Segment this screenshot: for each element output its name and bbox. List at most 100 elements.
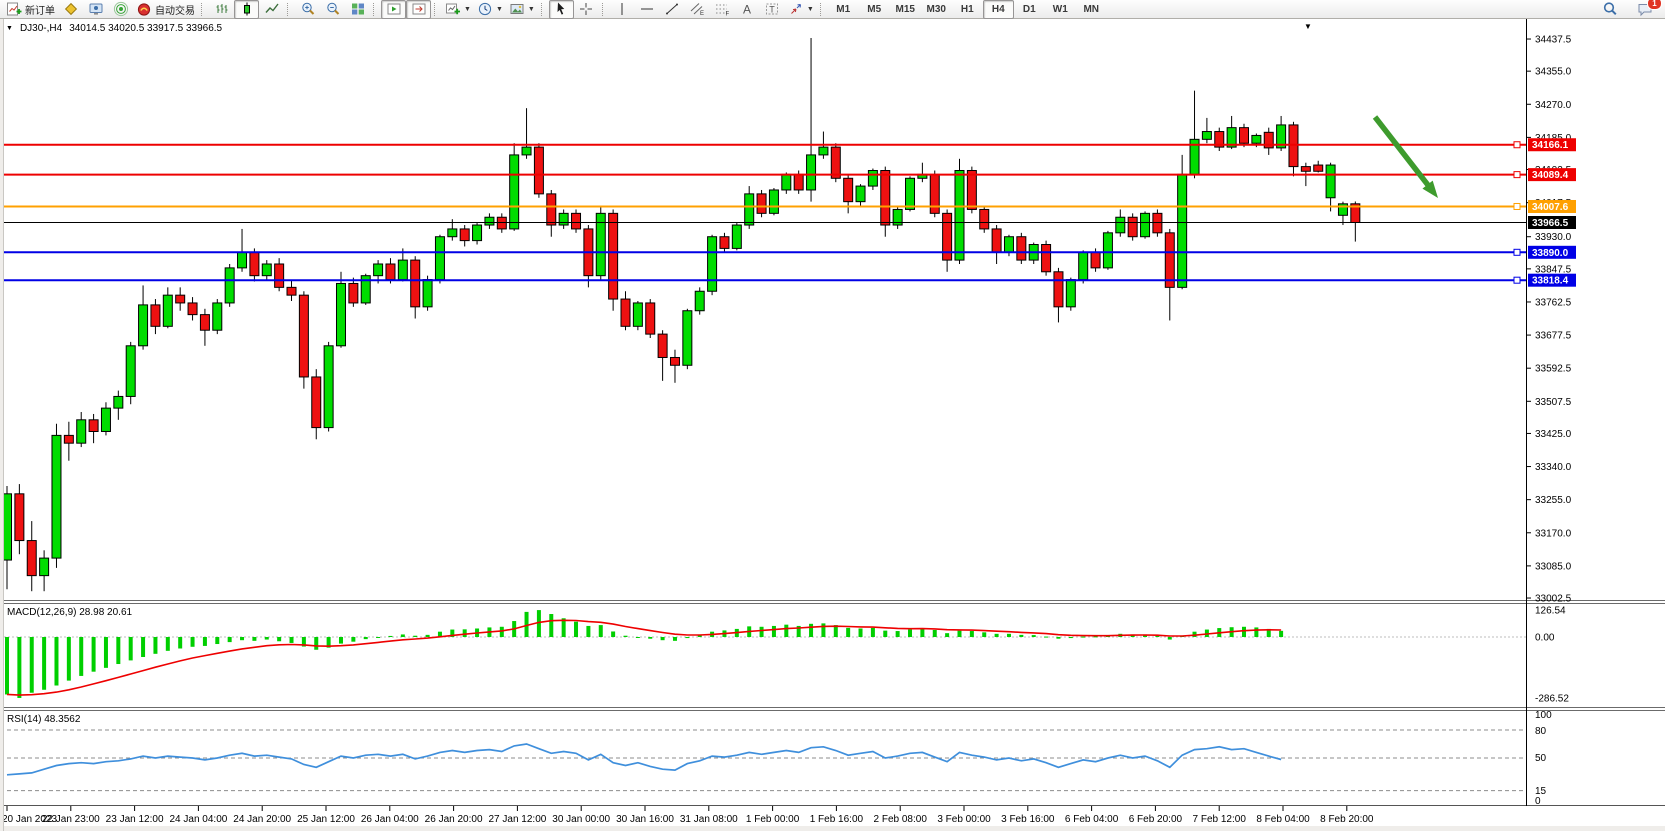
signals-button[interactable] [108, 0, 133, 19]
trend-arrow-shaft[interactable] [1375, 117, 1430, 188]
timeframe-m30[interactable]: M30 [921, 0, 952, 19]
candle-bear [188, 303, 197, 315]
chart-shift-marker-icon[interactable]: ▼ [1304, 21, 1312, 32]
line-handle[interactable] [1514, 277, 1520, 283]
candle-bear [1128, 217, 1137, 236]
candle-bull [683, 311, 692, 366]
line-chart-button[interactable] [259, 0, 284, 19]
price-tag-label: 34166.1 [1532, 140, 1569, 151]
time-axis-label: 22 Jan 23:00 [42, 814, 100, 825]
timeframe-h1[interactable]: H1 [952, 0, 983, 19]
auto-scroll-button[interactable] [381, 0, 406, 19]
time-axis-label: 31 Jan 08:00 [680, 814, 738, 825]
candle-bull [1178, 174, 1187, 287]
timeframe-label: M5 [867, 4, 881, 15]
chart-shift-button[interactable] [406, 0, 431, 19]
time-axis-label: 24 Jan 04:00 [169, 814, 227, 825]
rsi-axis-label: 80 [1535, 726, 1547, 737]
candle-bull [262, 264, 271, 276]
zoom-out-button[interactable] [320, 0, 345, 19]
arrows-button[interactable]: ▼ [785, 0, 817, 19]
candle-bear [757, 194, 766, 213]
new-chart-button[interactable]: ▼ [442, 0, 474, 19]
rsi-axis-label: 100 [1535, 710, 1552, 721]
macd-histogram-bar [104, 637, 108, 668]
toolbar-right-tools: 1 [1597, 0, 1657, 19]
crosshair-button[interactable] [574, 0, 599, 19]
toolbar-separator [373, 3, 377, 16]
zoom-in-button[interactable] [295, 0, 320, 19]
tile-windows-icon [350, 1, 366, 17]
fibonacci-button[interactable]: F [710, 0, 735, 19]
time-axis-label: 1 Feb 16:00 [810, 814, 864, 825]
candle-bear [27, 541, 36, 576]
fibonacci-icon: F [714, 1, 730, 17]
candle-bear [1153, 213, 1162, 232]
candle-bull [374, 264, 383, 276]
price-tag-label: 33966.5 [1532, 218, 1569, 229]
macd-histogram-bar [1081, 637, 1085, 638]
text-button[interactable]: A [735, 0, 760, 19]
macd-histogram-bar [500, 627, 504, 637]
horizontal-line-button[interactable] [635, 0, 660, 19]
auto-trading-button[interactable]: 自动交易 [133, 0, 198, 19]
template-button[interactable]: ▼ [506, 0, 538, 19]
line-handle[interactable] [1514, 142, 1520, 148]
time-axis-label: 2 Feb 08:00 [874, 814, 928, 825]
notification-badge: 1 [1647, 0, 1662, 10]
candle-bear [200, 315, 209, 331]
rsi-line [7, 744, 1281, 775]
svg-text:A: A [743, 3, 751, 17]
candle-bear [64, 435, 73, 443]
timeframe-mn[interactable]: MN [1076, 0, 1107, 19]
bar-chart-button[interactable] [209, 0, 234, 19]
text-label-button[interactable]: T [760, 0, 785, 19]
timeframe-w1[interactable]: W1 [1045, 0, 1076, 19]
terminal-button[interactable] [83, 0, 108, 19]
line-handle[interactable] [1514, 203, 1520, 209]
time-axis-label: 30 Jan 00:00 [552, 814, 610, 825]
line-handle[interactable] [1514, 249, 1520, 255]
cursor-button[interactable] [549, 0, 574, 19]
price-tick-label: 33170.0 [1535, 528, 1572, 539]
candlestick-button[interactable] [234, 0, 259, 19]
chart-canvas[interactable]: 34437.534355.034270.034185.034102.534017… [0, 0, 1665, 831]
macd-histogram-bar [191, 637, 195, 647]
candle-bear [720, 237, 729, 249]
timeframe-label: H1 [961, 4, 974, 15]
chart-collapse-icon[interactable]: ▼ [6, 23, 13, 34]
candle-bear [15, 494, 24, 541]
trendline-button[interactable] [660, 0, 685, 19]
time-axis-label: 25 Jan 12:00 [297, 814, 355, 825]
candle-bear [534, 147, 543, 194]
candle-bear [250, 252, 259, 275]
timeframe-h4[interactable]: H4 [983, 0, 1014, 19]
macd-histogram-bar [30, 637, 34, 693]
toolbar-separator [434, 3, 438, 16]
search-button[interactable] [1597, 0, 1622, 19]
time-axis-label: 7 Feb 12:00 [1193, 814, 1247, 825]
line-handle[interactable] [1514, 172, 1520, 178]
timeframe-m1[interactable]: M1 [828, 0, 859, 19]
new-order-button[interactable]: 新订单 [3, 0, 58, 19]
macd-axis-label: 0.00 [1535, 633, 1555, 644]
candle-bull [1252, 135, 1261, 143]
timeframe-m5[interactable]: M5 [859, 0, 890, 19]
rsi-indicator-label: RSI(14) 48.3562 [7, 714, 80, 725]
candle-bear [349, 283, 358, 302]
macd-histogram-bar [673, 637, 677, 641]
macd-histogram-bar [549, 614, 553, 637]
price-tick-label: 33002.5 [1535, 594, 1572, 605]
candle-bull [213, 303, 222, 330]
macd-histogram-bar [413, 636, 417, 637]
equidistant-channel-button[interactable]: E [685, 0, 710, 19]
notifications-button[interactable]: 1 [1632, 0, 1657, 19]
period-button[interactable]: ▼ [474, 0, 506, 19]
window-bottom-edge [0, 826, 1665, 831]
tile-windows-button[interactable] [345, 0, 370, 19]
timeframe-m15[interactable]: M15 [890, 0, 921, 19]
profiles-button[interactable] [58, 0, 83, 19]
candle-bull [819, 147, 828, 155]
timeframe-d1[interactable]: D1 [1014, 0, 1045, 19]
vertical-line-button[interactable] [610, 0, 635, 19]
